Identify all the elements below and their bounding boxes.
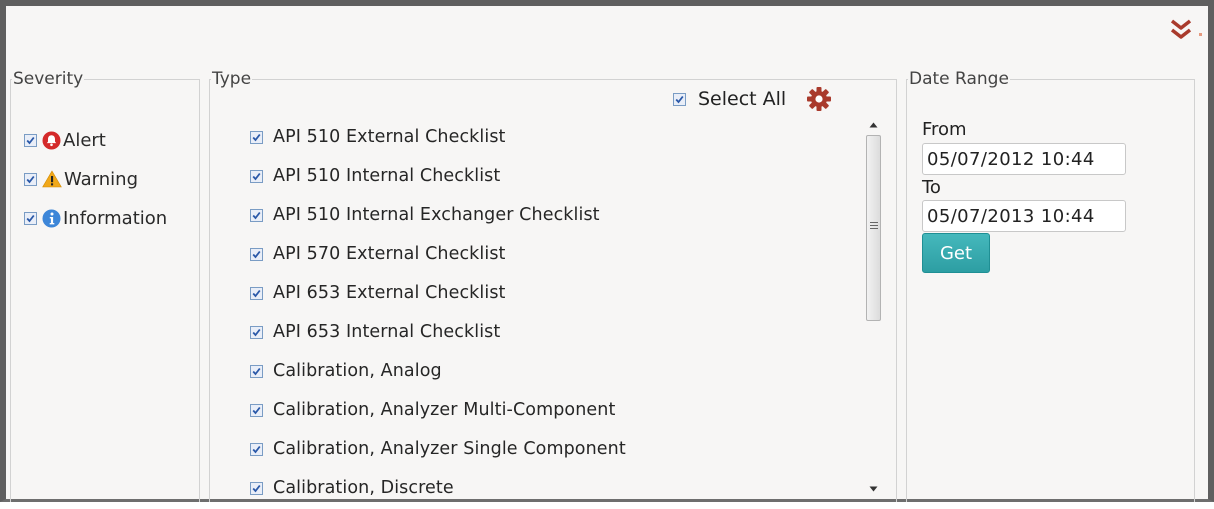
list-item[interactable]: API 570 External Checklist [250, 243, 506, 265]
select-all-checkbox[interactable] [673, 92, 686, 106]
grip-icon [870, 222, 878, 229]
type-checkbox[interactable] [250, 403, 263, 417]
list-item[interactable]: API 510 Internal Exchanger Checklist [250, 204, 600, 226]
to-date-input[interactable] [922, 200, 1126, 232]
type-label: API 510 Internal Exchanger Checklist [273, 205, 600, 225]
gear-icon[interactable] [806, 86, 832, 112]
information-label: Information [63, 207, 168, 229]
type-label: API 510 External Checklist [273, 127, 506, 147]
type-checkbox[interactable] [250, 247, 263, 261]
list-item[interactable]: API 510 Internal Checklist [250, 165, 500, 187]
dot-marker [1199, 33, 1202, 36]
list-item[interactable]: Calibration, Analyzer Multi-Component [250, 399, 615, 421]
type-checkbox[interactable] [250, 208, 263, 222]
type-checkbox[interactable] [250, 169, 263, 183]
scroll-thumb[interactable] [866, 135, 881, 321]
date-range-legend: Date Range [909, 69, 1009, 89]
list-item[interactable]: API 510 External Checklist [250, 126, 506, 148]
type-label: API 653 External Checklist [273, 283, 506, 303]
list-item[interactable]: Calibration, Analog [250, 360, 442, 382]
type-label: API 510 Internal Checklist [273, 166, 501, 186]
type-label: Calibration, Analog [273, 361, 442, 381]
list-item[interactable]: API 653 External Checklist [250, 282, 506, 304]
severity-item-warning[interactable]: Warning [24, 168, 138, 190]
scroll-track[interactable] [865, 133, 882, 481]
list-item[interactable]: API 653 Internal Checklist [250, 321, 500, 343]
type-checkbox[interactable] [250, 481, 263, 495]
from-date-input[interactable] [922, 143, 1126, 175]
to-label: To [922, 177, 941, 198]
warning-icon [42, 170, 62, 188]
type-label: Calibration, Discrete [273, 478, 454, 498]
alert-checkbox[interactable] [24, 133, 37, 147]
select-all-label[interactable]: Select All [698, 88, 786, 110]
type-label: API 570 External Checklist [273, 244, 506, 264]
severity-item-alert[interactable]: Alert [24, 129, 106, 151]
type-list: API 510 External Checklist API 510 Inter… [240, 113, 860, 509]
scroll-up-arrow-icon[interactable] [865, 117, 882, 133]
type-label: API 653 Internal Checklist [273, 322, 501, 342]
information-checkbox[interactable] [24, 211, 37, 225]
double-chevron-down-icon [1170, 19, 1192, 39]
type-checkbox[interactable] [250, 442, 263, 456]
type-checkbox[interactable] [250, 364, 263, 378]
type-legend: Type [212, 69, 252, 89]
date-range-group: Date Range From To Get [906, 69, 1195, 502]
list-item[interactable]: Calibration, Discrete [250, 477, 454, 499]
alert-icon [42, 131, 61, 150]
get-button[interactable]: Get [922, 233, 990, 273]
type-checkbox[interactable] [250, 286, 263, 300]
type-list-scrollbar[interactable] [865, 117, 882, 497]
collapse-button[interactable] [1166, 14, 1196, 44]
list-item[interactable]: Calibration, Analyzer Single Component [250, 438, 626, 460]
severity-legend: Severity [13, 69, 84, 89]
type-checkbox[interactable] [250, 130, 263, 144]
alert-label: Alert [63, 129, 106, 151]
from-label: From [922, 119, 967, 140]
warning-checkbox[interactable] [24, 172, 37, 186]
information-icon [42, 209, 61, 228]
severity-group: Severity Alert Warning Information [10, 69, 200, 502]
warning-label: Warning [64, 168, 139, 190]
select-all-control: Select All [673, 86, 841, 112]
scroll-down-arrow-icon[interactable] [865, 481, 882, 497]
type-label: Calibration, Analyzer Multi-Component [273, 400, 616, 420]
severity-item-information[interactable]: Information [24, 207, 167, 229]
type-group: Type Select All API 510 External Checkli… [209, 69, 897, 502]
type-label: Calibration, Analyzer Single Component [273, 439, 626, 459]
type-checkbox[interactable] [250, 325, 263, 339]
